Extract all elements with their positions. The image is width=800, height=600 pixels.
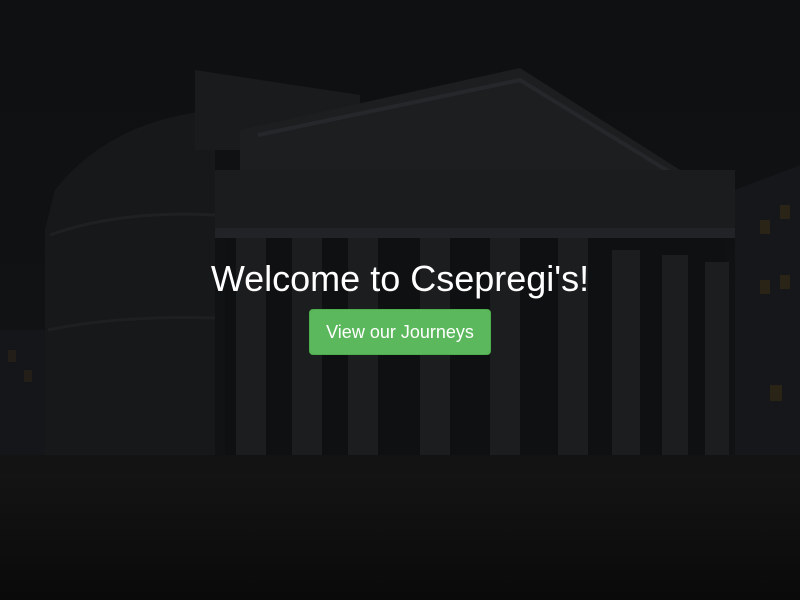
view-journeys-button[interactable]: View our Journeys bbox=[309, 309, 491, 355]
hero-section: Welcome to Csepregi's! View our Journeys bbox=[0, 0, 800, 600]
hero-title: Welcome to Csepregi's! bbox=[210, 258, 590, 299]
